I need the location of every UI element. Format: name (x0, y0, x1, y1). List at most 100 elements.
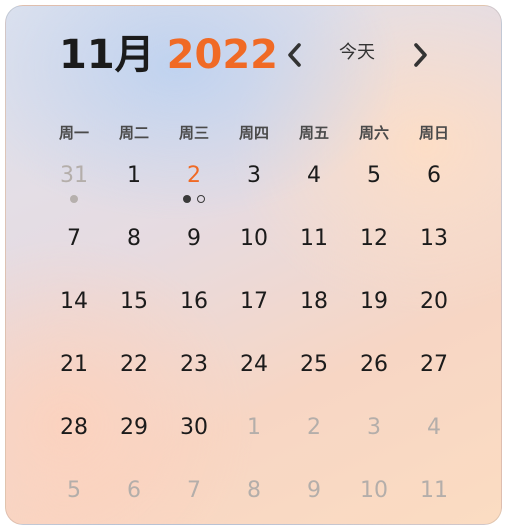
day-number: 8 (247, 478, 261, 503)
next-month-button[interactable] (406, 38, 434, 72)
day-number: 6 (427, 163, 441, 188)
day-cell[interactable]: 11 (404, 471, 464, 524)
weekday-label: 周三 (178, 124, 209, 142)
day-number: 3 (247, 163, 261, 188)
day-number: 9 (187, 226, 201, 251)
day-number: 29 (120, 415, 148, 440)
day-number: 17 (240, 289, 268, 314)
day-cell[interactable]: 16 (164, 282, 224, 345)
day-cell[interactable]: 23 (164, 345, 224, 408)
day-cell[interactable]: 18 (284, 282, 344, 345)
day-number: 31 (60, 163, 88, 188)
day-cell[interactable]: 12 (344, 219, 404, 282)
day-cell[interactable]: 30 (164, 408, 224, 471)
day-number: 28 (60, 415, 88, 440)
day-cell[interactable]: 9 (164, 219, 224, 282)
day-number: 2 (307, 415, 321, 440)
day-cell[interactable]: 24 (224, 345, 284, 408)
weekday-label: 周四 (238, 124, 269, 142)
day-cell[interactable]: 27 (404, 345, 464, 408)
day-cell[interactable]: 31 (44, 156, 104, 219)
day-cell[interactable]: 7 (44, 219, 104, 282)
calendar-header: 11月 2022 今天 (6, 6, 501, 106)
day-number: 19 (360, 289, 388, 314)
day-cell[interactable]: 3 (224, 156, 284, 219)
day-cell[interactable]: 1 (104, 156, 164, 219)
day-number: 21 (60, 352, 88, 377)
day-number: 18 (300, 289, 328, 314)
day-cell[interactable]: 5 (344, 156, 404, 219)
day-number: 2 (187, 163, 201, 188)
day-cell[interactable]: 20 (404, 282, 464, 345)
day-cell[interactable]: 25 (284, 345, 344, 408)
event-dot (183, 195, 191, 203)
day-number: 8 (127, 226, 141, 251)
day-cell[interactable]: 10 (344, 471, 404, 524)
year-label: 2022 (166, 32, 278, 78)
day-cell[interactable]: 8 (104, 219, 164, 282)
month-year-title: 11月 2022 (59, 31, 278, 79)
day-number: 4 (307, 163, 321, 188)
weekday-label: 周一 (58, 124, 89, 142)
previous-month-button[interactable] (281, 38, 309, 72)
day-cell[interactable]: 4 (404, 408, 464, 471)
day-number: 23 (180, 352, 208, 377)
day-number: 7 (187, 478, 201, 503)
day-cell[interactable]: 15 (104, 282, 164, 345)
day-cell[interactable]: 2 (284, 408, 344, 471)
day-cell[interactable]: 14 (44, 282, 104, 345)
today-button[interactable]: 今天 (331, 39, 383, 67)
day-cell[interactable]: 22 (104, 345, 164, 408)
day-cell[interactable]: 10 (224, 219, 284, 282)
calendar-widget: 11月 2022 今天 周一 周二 周三 周四 周五 周六 周日 31 1 2 3 4 5 6 7 8 9 10 1… (5, 5, 502, 525)
day-number: 12 (360, 226, 388, 251)
month-label: 11月 (59, 32, 155, 78)
day-cell[interactable]: 26 (344, 345, 404, 408)
day-cell[interactable]: 11 (284, 219, 344, 282)
day-number: 15 (120, 289, 148, 314)
day-number: 26 (360, 352, 388, 377)
day-number: 3 (367, 415, 381, 440)
weekday-label: 周日 (418, 124, 449, 142)
day-cell[interactable]: 1 (224, 408, 284, 471)
day-number: 25 (300, 352, 328, 377)
day-number: 20 (420, 289, 448, 314)
day-number: 13 (420, 226, 448, 251)
day-cell[interactable]: 28 (44, 408, 104, 471)
day-cell[interactable]: 3 (344, 408, 404, 471)
event-dot (197, 195, 205, 203)
day-cell[interactable]: 19 (344, 282, 404, 345)
day-cell-today[interactable]: 2 (164, 156, 224, 219)
chevron-left-icon (288, 43, 301, 67)
day-cell[interactable]: 5 (44, 471, 104, 524)
day-grid: 31 1 2 3 4 5 6 7 8 9 10 11 12 13 14 15 16 17 18 19 20 21 22 23 2… (44, 156, 464, 524)
event-indicator (164, 195, 224, 205)
day-cell[interactable]: 9 (284, 471, 344, 524)
day-cell[interactable]: 17 (224, 282, 284, 345)
day-number: 1 (127, 163, 141, 188)
day-cell[interactable]: 29 (104, 408, 164, 471)
weekday-label: 周二 (118, 124, 149, 142)
day-cell[interactable]: 21 (44, 345, 104, 408)
day-cell[interactable]: 8 (224, 471, 284, 524)
weekday-label: 周五 (298, 124, 329, 142)
day-number: 4 (427, 415, 441, 440)
day-cell[interactable]: 6 (104, 471, 164, 524)
day-cell[interactable]: 13 (404, 219, 464, 282)
day-cell[interactable]: 4 (284, 156, 344, 219)
day-number: 5 (67, 478, 81, 503)
weekday-header-row: 周一 周二 周三 周四 周五 周六 周日 (44, 121, 464, 145)
weekday-label: 周六 (358, 124, 389, 142)
day-number: 30 (180, 415, 208, 440)
day-number: 14 (60, 289, 88, 314)
day-number: 1 (247, 415, 261, 440)
day-cell[interactable]: 6 (404, 156, 464, 219)
day-number: 6 (127, 478, 141, 503)
day-number: 27 (420, 352, 448, 377)
day-number: 10 (360, 478, 388, 503)
day-number: 22 (120, 352, 148, 377)
day-number: 9 (307, 478, 321, 503)
day-number: 11 (420, 478, 448, 503)
day-number: 11 (300, 226, 328, 251)
day-cell[interactable]: 7 (164, 471, 224, 524)
